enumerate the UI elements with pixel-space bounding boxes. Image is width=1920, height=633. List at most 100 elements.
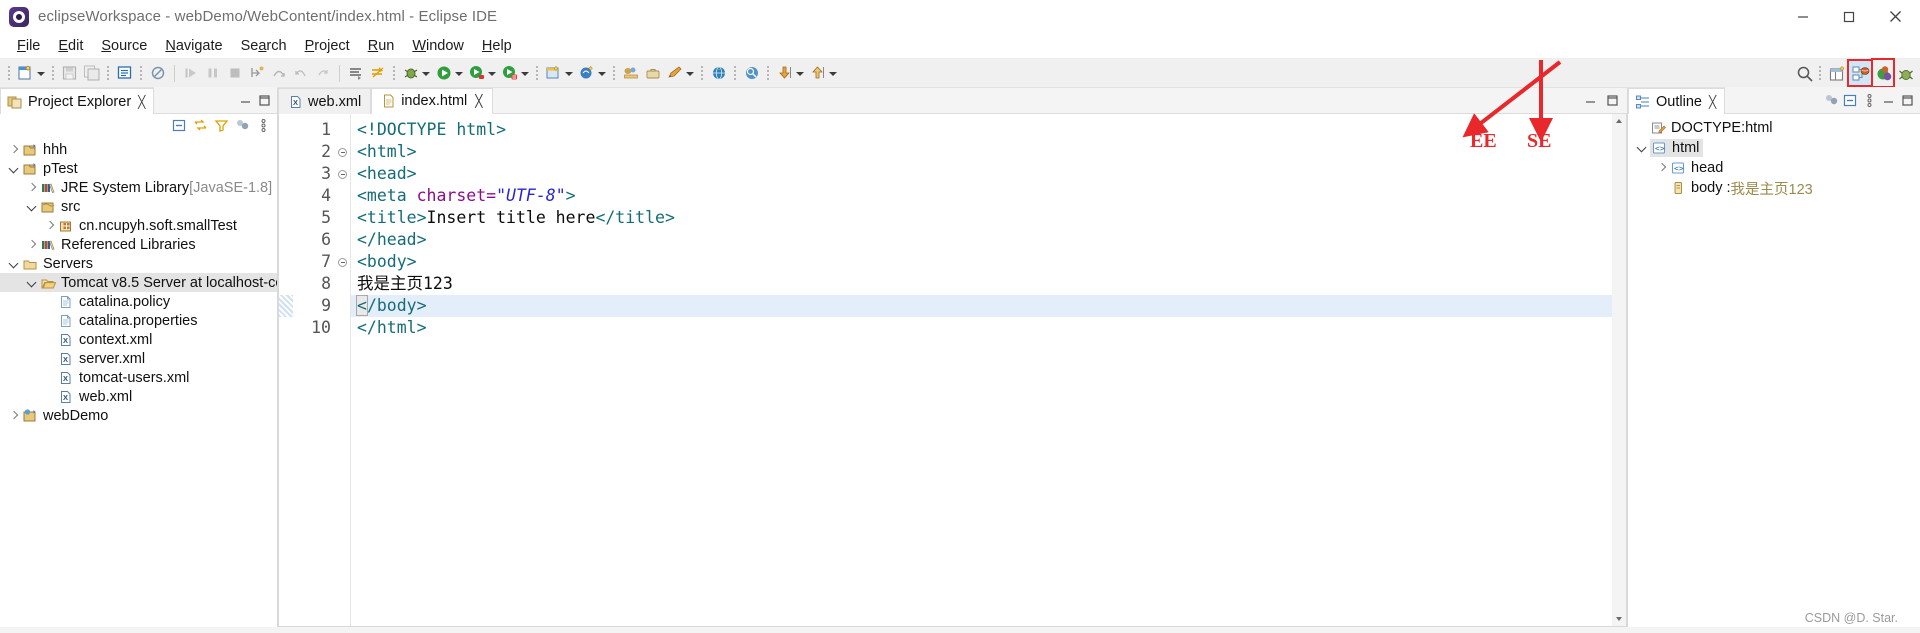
save-all-button[interactable] [81,60,103,86]
fold-collapse-icon[interactable] [337,141,350,163]
menu-file[interactable]: File [8,36,49,56]
tree-item-src[interactable]: src [0,197,277,216]
perspective-debug[interactable] [1894,60,1916,86]
collapse-all-icon[interactable] [171,117,188,134]
open-perspective-button[interactable] [1826,60,1848,86]
menu-project[interactable]: Project [296,36,359,56]
tree-item-cn-ncupyh-soft-smalltest[interactable]: cn.ncupyh.soft.smallTest [0,216,277,235]
menu-search[interactable]: Search [232,36,296,56]
outline-item-body[interactable]: body : 我是主页123 [1628,178,1920,198]
open-type-button[interactable] [620,60,642,86]
close-icon[interactable]: ╳ [1709,96,1716,108]
debug-button[interactable] [400,60,433,86]
step-into-button[interactable] [246,60,268,86]
tree-item-catalina-policy[interactable]: catalina.policy [0,292,277,311]
minimize-icon[interactable] [237,92,254,109]
perspective-java[interactable] [1871,58,1895,88]
tree-item-webdemo[interactable]: webDemo [0,406,277,425]
editor-annotation-ruler[interactable] [279,114,293,626]
tree-item-catalina-properties[interactable]: catalina.properties [0,311,277,330]
chevron-right-icon[interactable] [6,142,22,158]
menu-window[interactable]: Window [403,36,473,56]
chevron-down-icon[interactable] [6,161,22,177]
chevron-right-icon[interactable] [1654,160,1670,176]
editor-folding-ruler[interactable] [337,114,351,626]
tree-item-ptest[interactable]: pTest [0,159,277,178]
outline-item-html[interactable]: <> html [1628,138,1920,158]
fold-collapse-icon[interactable] [337,251,350,273]
step-over-button[interactable] [268,60,290,86]
tree-item-tomcat-v8-5-server-at-localhost-confi[interactable]: Tomcat v8.5 Server at localhost-confi [0,273,277,292]
chevron-down-icon[interactable] [24,275,40,291]
chevron-down-icon[interactable] [6,256,22,272]
new-java-project-button[interactable] [576,60,609,86]
step-return-button[interactable] [290,60,312,86]
resume-button[interactable] [180,60,202,86]
code-line[interactable]: <html> [351,141,1626,163]
code-line[interactable]: <meta charset="UTF-8"> [351,185,1626,207]
code-line[interactable]: </head> [351,229,1626,251]
editor-code-area[interactable]: <!DOCTYPE html> <html> <head> <meta charset… [351,114,1626,626]
new-wizard-button[interactable] [15,60,48,86]
tree-item-server-xml[interactable]: Xserver.xml [0,349,277,368]
menu-edit[interactable]: Edit [49,36,92,56]
code-line[interactable]: <title>Insert title here</title> [351,207,1626,229]
tree-item-jre-system-library[interactable]: JRE System Library [JavaSE-1.8] [0,178,277,197]
next-annotation-dropdown[interactable] [827,64,838,82]
toolbar-drag-handle[interactable] [7,65,12,81]
maximize-icon[interactable] [256,92,273,109]
maximize-icon[interactable] [1899,92,1916,109]
new-java-project-dropdown[interactable] [596,64,607,82]
edit-dropdown[interactable] [684,64,695,82]
tree-item-web-xml[interactable]: Xweb.xml [0,387,277,406]
collapse-all-icon[interactable] [1842,92,1859,109]
menu-source[interactable]: Source [92,36,156,56]
perspective-java-ee[interactable] [1847,59,1873,87]
code-line[interactable]: <head> [351,163,1626,185]
previous-annotation-button[interactable] [774,60,807,86]
close-icon[interactable]: ╳ [475,94,482,108]
chevron-right-icon[interactable] [24,237,40,253]
html-source-editor[interactable]: 1 2 3 4 5 6 7 8 9 10 <!DOCTYPE html> <html> <head> <… [278,114,1627,627]
open-task-button[interactable] [345,60,367,86]
chevron-down-icon[interactable] [1634,140,1650,156]
tab-project-explorer[interactable]: Project Explorer ╳ [0,88,155,114]
window-minimize-button[interactable] [1780,0,1826,33]
tab-outline[interactable]: Outline ╳ [1628,88,1726,114]
suspend-button[interactable] [202,60,224,86]
window-close-button[interactable] [1872,0,1918,33]
coverage-dropdown[interactable] [519,64,530,82]
minimize-icon[interactable] [1582,92,1599,109]
filter-icon[interactable] [213,117,230,134]
open-web-browser-button[interactable] [708,60,730,86]
menu-navigate[interactable]: Navigate [156,36,231,56]
edit-button[interactable] [664,60,697,86]
new-jsp-button[interactable] [114,60,136,86]
code-line[interactable]: 我是主页123 [351,273,1626,295]
quick-access-toggle[interactable] [147,60,169,86]
chevron-right-icon[interactable] [6,408,22,424]
outline-item-head[interactable]: <> head [1628,158,1920,178]
editor-vertical-scrollbar[interactable] [1612,114,1626,626]
previous-annotation-dropdown[interactable] [794,64,805,82]
new-java-class-button[interactable] [543,60,576,86]
run-button[interactable] [433,60,466,86]
menu-run[interactable]: Run [359,36,404,56]
skip-breakpoints-button[interactable] [367,60,389,86]
menu-help[interactable]: Help [473,36,521,56]
outline-tree[interactable]: DOCTYPE:html <> html <> head body : 我是主页123 [1628,114,1920,627]
code-line[interactable]: </html> [351,317,1626,339]
scroll-down-icon[interactable] [1612,612,1626,626]
open-task-repository-button[interactable] [642,60,664,86]
editor-tab-web-xml[interactable]: Xweb.xml [278,88,372,114]
drop-to-frame-button[interactable] [312,60,334,86]
editor-tab-index-html[interactable]: index.html ╳ [371,88,493,114]
scroll-up-icon[interactable] [1612,114,1626,128]
maximize-icon[interactable] [1604,92,1621,109]
debug-dropdown[interactable] [420,64,431,82]
view-menu-icon[interactable] [1861,92,1878,109]
tree-item-servers[interactable]: Servers [0,254,277,273]
terminate-button[interactable] [224,60,246,86]
close-icon[interactable]: ╳ [138,96,145,108]
code-line[interactable]: </body> [351,295,1626,317]
